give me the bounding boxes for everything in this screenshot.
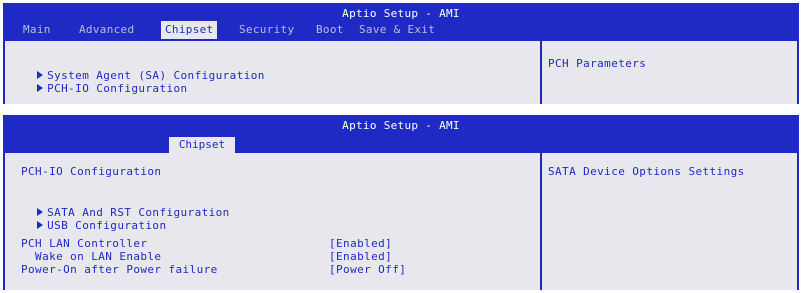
bios-screen-pch-io: Aptio Setup - AMI Chipset PCH-IO Configu…	[3, 115, 799, 290]
header-bar: Aptio Setup - AMI	[3, 115, 799, 153]
app-title: Aptio Setup - AMI	[342, 119, 460, 132]
setting-label-power-on: Power-On after Power failure	[21, 263, 218, 276]
tab-chipset[interactable]: Chipset	[161, 21, 218, 39]
setting-label-wake-on-lan: Wake on LAN Enable	[21, 250, 162, 263]
submenu-arrow-icon	[37, 221, 44, 229]
help-text: SATA Device Options Settings	[548, 165, 745, 178]
setting-label-pch-lan: PCH LAN Controller	[21, 237, 148, 250]
setting-value-pch-lan[interactable]: [Enabled]	[329, 238, 392, 250]
tab-bar: Main Advanced Chipset Security Boot Save…	[3, 21, 799, 41]
bios-screen-chipset: Aptio Setup - AMI Main Advanced Chipset …	[3, 3, 799, 104]
page-heading: PCH-IO Configuration	[21, 165, 162, 178]
setting-value-wake-on-lan[interactable]: [Enabled]	[329, 251, 392, 263]
menu-item-label: USB Configuration	[47, 219, 167, 232]
tab-advanced[interactable]: Advanced	[79, 23, 134, 36]
menu-item-label: PCH-IO Configuration	[47, 82, 188, 95]
submenu-arrow-icon	[37, 84, 44, 92]
app-title: Aptio Setup - AMI	[342, 7, 460, 20]
header-bar: Aptio Setup - AMI Main Advanced Chipset …	[3, 3, 799, 41]
tab-chipset[interactable]: Chipset	[169, 137, 235, 153]
help-text: PCH Parameters	[548, 57, 647, 70]
help-divider	[540, 41, 542, 104]
tab-save-exit[interactable]: Save & Exit	[359, 23, 435, 36]
setting-value-power-on[interactable]: [Power Off]	[329, 264, 406, 276]
tab-security[interactable]: Security	[239, 23, 294, 36]
tab-main[interactable]: Main	[23, 23, 51, 36]
menu-item-pch-io[interactable]: PCH-IO Configuration	[9, 71, 188, 104]
tab-boot[interactable]: Boot	[316, 23, 344, 36]
help-divider	[540, 153, 542, 290]
